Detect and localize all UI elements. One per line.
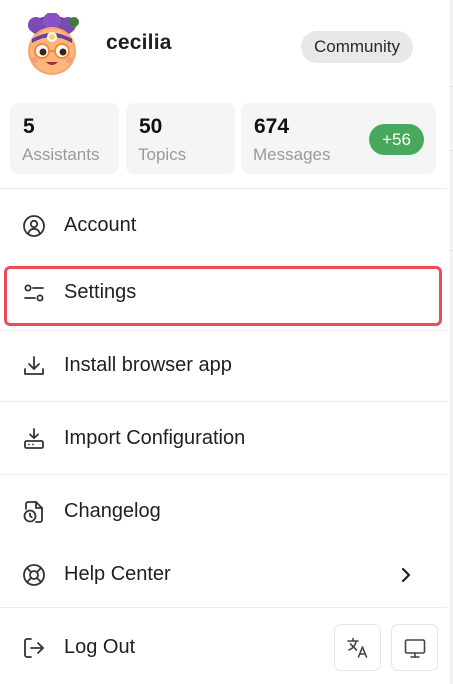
hard-drive-download-icon <box>22 427 46 451</box>
stat-label: Messages <box>253 145 331 164</box>
divider <box>0 474 447 475</box>
file-clock-icon <box>22 500 46 524</box>
stat-card-messages: 674 Messages +56 <box>241 103 436 174</box>
divider <box>0 401 447 402</box>
menu-item-label: Help Center <box>64 563 171 585</box>
avatar[interactable] <box>22 12 84 77</box>
stat-value: 5 <box>23 115 35 138</box>
plan-badge: Community <box>301 31 413 63</box>
divider <box>0 188 447 189</box>
menu-item-install-browser-app[interactable]: Install browser app <box>0 338 447 394</box>
lifebuoy-icon <box>22 563 46 587</box>
menu-item-label: Changelog <box>64 500 161 522</box>
chevron-right-icon <box>398 565 414 585</box>
stat-value: 50 <box>139 115 163 138</box>
stat-value: 674 <box>254 115 290 138</box>
menu-item-label: Install browser app <box>64 354 232 376</box>
username: cecilia <box>106 31 172 54</box>
usage-stats: 5 Assistants 50 Topics 674 Messages +56 <box>10 103 436 174</box>
menu-item-help-center[interactable]: Help Center <box>0 547 447 603</box>
menu-item-import-configuration[interactable]: Import Configuration <box>0 411 447 467</box>
divider <box>0 330 447 331</box>
user-circle-icon <box>22 214 46 238</box>
user-header: cecilia Community <box>0 0 445 95</box>
menu-item-label: Import Configuration <box>64 427 246 449</box>
stat-label: Topics <box>138 145 187 164</box>
menu-item-label: Log Out <box>64 636 136 658</box>
theme-button[interactable] <box>391 624 438 671</box>
stat-card-topics: 50 Topics <box>126 103 235 174</box>
language-button[interactable] <box>334 624 381 671</box>
menu-item-label: Account <box>64 214 137 236</box>
menu-item-label: Settings <box>64 281 137 303</box>
menu-item-account[interactable]: Account <box>0 198 447 254</box>
log-out-icon <box>22 636 46 660</box>
divider <box>0 607 447 608</box>
stat-label: Assistants <box>22 145 100 164</box>
messages-delta-badge: +56 <box>369 124 424 155</box>
sliders-icon <box>22 281 46 305</box>
menu-item-settings[interactable]: Settings <box>0 265 447 321</box>
stat-card-assistants: 5 Assistants <box>10 103 119 174</box>
download-icon <box>22 354 46 378</box>
menu-item-changelog[interactable]: Changelog <box>0 484 447 540</box>
